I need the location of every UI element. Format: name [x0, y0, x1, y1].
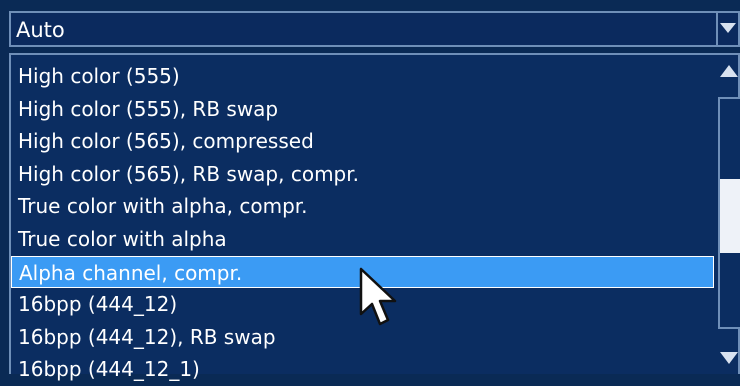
mouse-pointer-icon: [359, 267, 397, 326]
dropdown-toggle-button[interactable]: [716, 13, 738, 45]
list-item[interactable]: True color with alpha: [11, 223, 714, 256]
list-item[interactable]: 16bpp (444_12_1): [11, 353, 714, 386]
scroll-down-arrow-icon[interactable]: [720, 352, 738, 364]
scrollbar-track[interactable]: [718, 97, 740, 329]
list-item[interactable]: High color (565), RB swap, compr.: [11, 158, 714, 191]
chevron-down-icon: [720, 23, 736, 33]
list-item[interactable]: High color (555): [11, 60, 714, 93]
list-item[interactable]: High color (555), RB swap: [11, 93, 714, 126]
vertical-scrollbar[interactable]: [718, 59, 740, 376]
list-item[interactable]: True color with alpha, compr.: [11, 190, 714, 223]
scrollbar-thumb[interactable]: [720, 179, 740, 253]
dropdown-selected-value: Auto: [16, 18, 65, 42]
format-dropdown[interactable]: Auto: [9, 11, 740, 47]
scroll-up-arrow-icon[interactable]: [720, 65, 738, 77]
list-item[interactable]: High color (565), compressed: [11, 125, 714, 158]
